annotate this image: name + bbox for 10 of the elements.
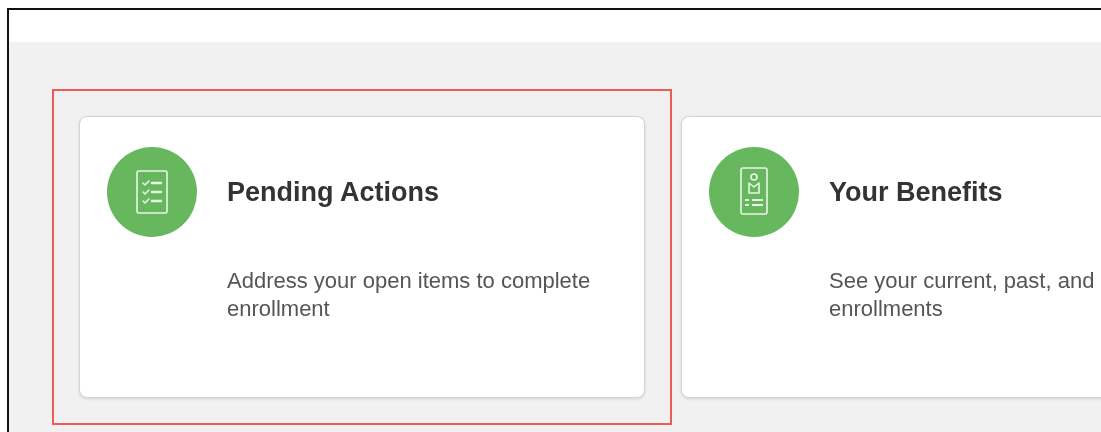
card-background[interactable]: Pending Actions Address your open items to complete enrollment: [79, 116, 645, 398]
card-title: Pending Actions: [227, 176, 439, 208]
card-description: enrollment: [227, 295, 330, 323]
card-description: Address your open items to complete: [227, 267, 591, 295]
card-background[interactable]: Your Benefits See your current, past, and enrollments: [681, 116, 1101, 398]
card-title: Your Benefits: [829, 176, 1003, 208]
id-badge-icon: [709, 147, 799, 237]
checklist-icon: [107, 147, 197, 237]
card-description: See your current, past, and: [829, 267, 1095, 295]
card-description: enrollments: [829, 295, 943, 323]
